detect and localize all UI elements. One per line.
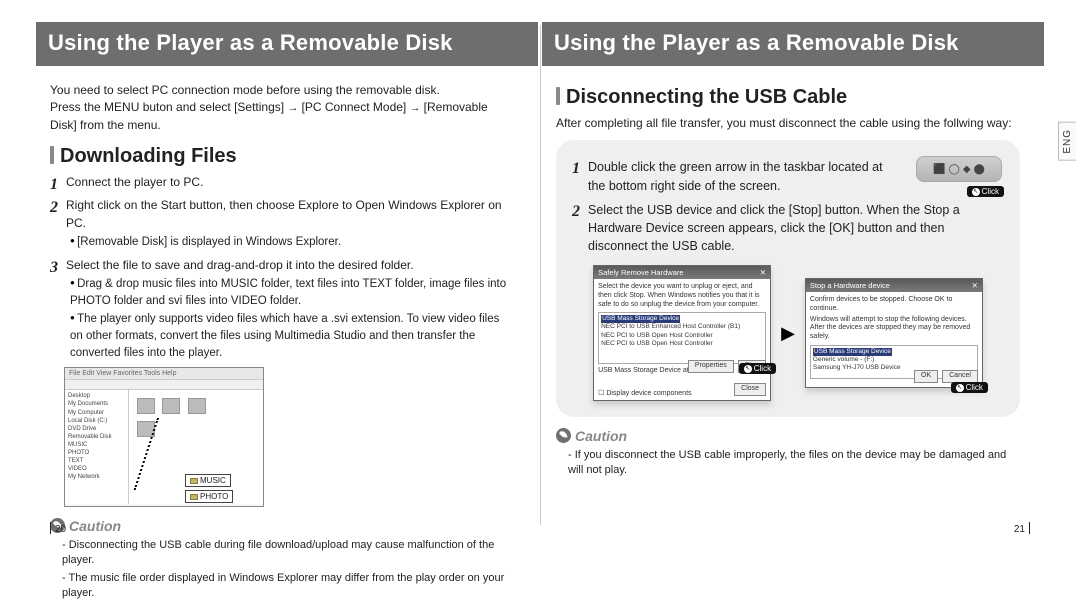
section-bar-icon: [556, 87, 560, 105]
callout-box: ⬛ ◯ ◆ ⬤ ↖ Click 1 Double click the green…: [556, 140, 1020, 417]
page-right: Using the Player as a Removable Disk ENG…: [540, 0, 1080, 539]
caution-list-right: If you disconnect the USB cable improper…: [568, 448, 1020, 479]
section-title-disconnecting: Disconnecting the USB Cable: [556, 86, 1020, 109]
steps-left: 1 Connect the player to PC. 2 Right clic…: [50, 174, 514, 362]
dialog-titlebar: Safely Remove Hardware ✕: [594, 266, 770, 279]
dialog-safely-remove: Safely Remove Hardware ✕ Select the devi…: [593, 265, 771, 401]
caution-label-text: Caution: [69, 518, 121, 534]
step-number-2: 2: [572, 200, 580, 223]
list-item: NEC PCI to USB Enhanced Host Controller …: [601, 323, 740, 330]
click-label: Click: [966, 383, 983, 392]
dialog-hint: Confirm devices to be stopped. Choose OK…: [810, 296, 978, 314]
section-title-text: Disconnecting the USB Cable: [566, 86, 847, 108]
list-item: Generic volume - (F:): [813, 356, 874, 363]
triangle-right-icon: ▶: [781, 323, 795, 344]
intro-line-2b: [PC Connect Mode]: [302, 100, 407, 114]
figure-tree: Desktop My Documents My Computer Local D…: [65, 390, 129, 504]
thumbnail-icon: [162, 398, 180, 414]
header-bar-right: Using the Player as a Removable Disk: [542, 22, 1044, 66]
intro-line-2a: Press the MENU buton and select [Setting…: [50, 100, 284, 114]
checkbox-label: Display device components: [606, 390, 691, 397]
thumbnail-icon: [137, 398, 155, 414]
step-1-text: Connect the player to PC.: [66, 175, 203, 189]
list-item-selected: USB Mass Storage Device: [813, 348, 892, 356]
step-1-text: Double click the green arrow in the task…: [588, 158, 888, 194]
close-button: Close: [734, 383, 766, 396]
step-3-sub-1: Drag & drop music files into MUSIC folde…: [70, 276, 514, 309]
figure-pane: MUSIC PHOTO: [129, 390, 263, 504]
step-number-3: 3: [50, 256, 58, 279]
step-2-text: Select the USB device and click the [Sto…: [588, 203, 960, 253]
step-number-2: 2: [50, 196, 58, 219]
arrow-icon: →: [410, 102, 424, 114]
cursor-icon: ↖: [956, 384, 964, 392]
caution-item-2: The music file order displayed in Window…: [62, 571, 514, 601]
properties-button: Properties: [688, 360, 734, 373]
caution-item-1: Disconnecting the USB cable during file …: [62, 538, 514, 569]
step-number-1: 1: [50, 173, 58, 196]
page-left: Using the Player as a Removable Disk You…: [0, 0, 540, 539]
step-3-sub-2: The player only supports video files whi…: [70, 311, 514, 361]
section-bar-icon: [50, 146, 54, 164]
folder-icon: [190, 478, 198, 484]
list-item: Samsung YH-J70 USB Device: [813, 364, 901, 371]
dialog-hint-2: Windows will attempt to stop the followi…: [810, 316, 978, 342]
step-3-text: Select the file to save and drag-and-dro…: [66, 258, 414, 272]
folder-tag-photo-label: PHOTO: [200, 492, 228, 501]
click-label: Click: [754, 364, 771, 373]
page-number-right: 21: [1014, 522, 1034, 535]
page-number-left: 20: [46, 522, 66, 535]
folder-icon: [190, 494, 198, 500]
folder-tag-music-label: MUSIC: [200, 476, 226, 485]
intro-right: After completing all file transfer, you …: [556, 115, 1020, 132]
cursor-icon: ↖: [744, 365, 752, 373]
ok-button: OK: [914, 370, 938, 383]
dialog-device-list: USB Mass Storage Device NEC PCI to USB E…: [598, 312, 766, 364]
dialog-stop-hardware: Stop a Hardware device ✕ Confirm devices…: [805, 278, 983, 388]
folder-tag-music: MUSIC: [185, 474, 231, 487]
intro-line-1: You need to select PC connection mode be…: [50, 83, 440, 97]
caution-item-1: If you disconnect the USB cable improper…: [568, 448, 1020, 479]
dialog-title-text: Safely Remove Hardware: [598, 268, 683, 277]
close-icon: ✕: [972, 281, 978, 290]
figure-explorer: File Edit View Favorites Tools Help Desk…: [64, 367, 264, 507]
caution-list-left: Disconnecting the USB cable during file …: [62, 538, 514, 601]
close-icon: ✕: [760, 268, 766, 277]
folder-tag-photo: PHOTO: [185, 490, 233, 503]
caution-label-text: Caution: [575, 428, 627, 444]
header-bar-left: Using the Player as a Removable Disk: [36, 22, 538, 66]
list-item: NEC PCI to USB Open Host Controller: [601, 340, 713, 347]
figure-menubar: File Edit View Favorites Tools Help: [65, 368, 263, 380]
dialog-title-text: Stop a Hardware device: [810, 281, 890, 290]
page-number-text: 21: [1014, 524, 1025, 535]
intro-left: You need to select PC connection mode be…: [50, 82, 514, 135]
dialog-titlebar: Stop a Hardware device ✕: [806, 279, 982, 292]
language-tab: ENG: [1058, 122, 1076, 161]
step-2-sub-1: [Removable Disk] is displayed in Windows…: [70, 234, 514, 251]
caution-label-right: ✎ Caution: [556, 428, 627, 444]
caution-icon: ✎: [556, 428, 571, 443]
list-item: NEC PCI to USB Open Host Controller: [601, 332, 713, 339]
dialog-hint: Select the device you want to unplug or …: [598, 283, 766, 309]
thumbnail-icon: [188, 398, 206, 414]
step-2-text: Right click on the Start button, then ch…: [66, 198, 502, 229]
list-item-selected: USB Mass Storage Device: [601, 315, 680, 323]
page-number-text: 20: [55, 524, 66, 535]
section-title-downloading: Downloading Files: [50, 145, 514, 168]
figure-toolbar: [65, 380, 263, 390]
click-badge-stop: ↖ Click: [739, 363, 776, 374]
arrow-icon: →: [287, 102, 301, 114]
step-number-1: 1: [572, 157, 580, 180]
steps-right: 1 Double click the green arrow in the ta…: [572, 158, 1004, 255]
section-title-text: Downloading Files: [60, 145, 237, 167]
click-badge-ok: ↖ Click: [951, 382, 988, 393]
